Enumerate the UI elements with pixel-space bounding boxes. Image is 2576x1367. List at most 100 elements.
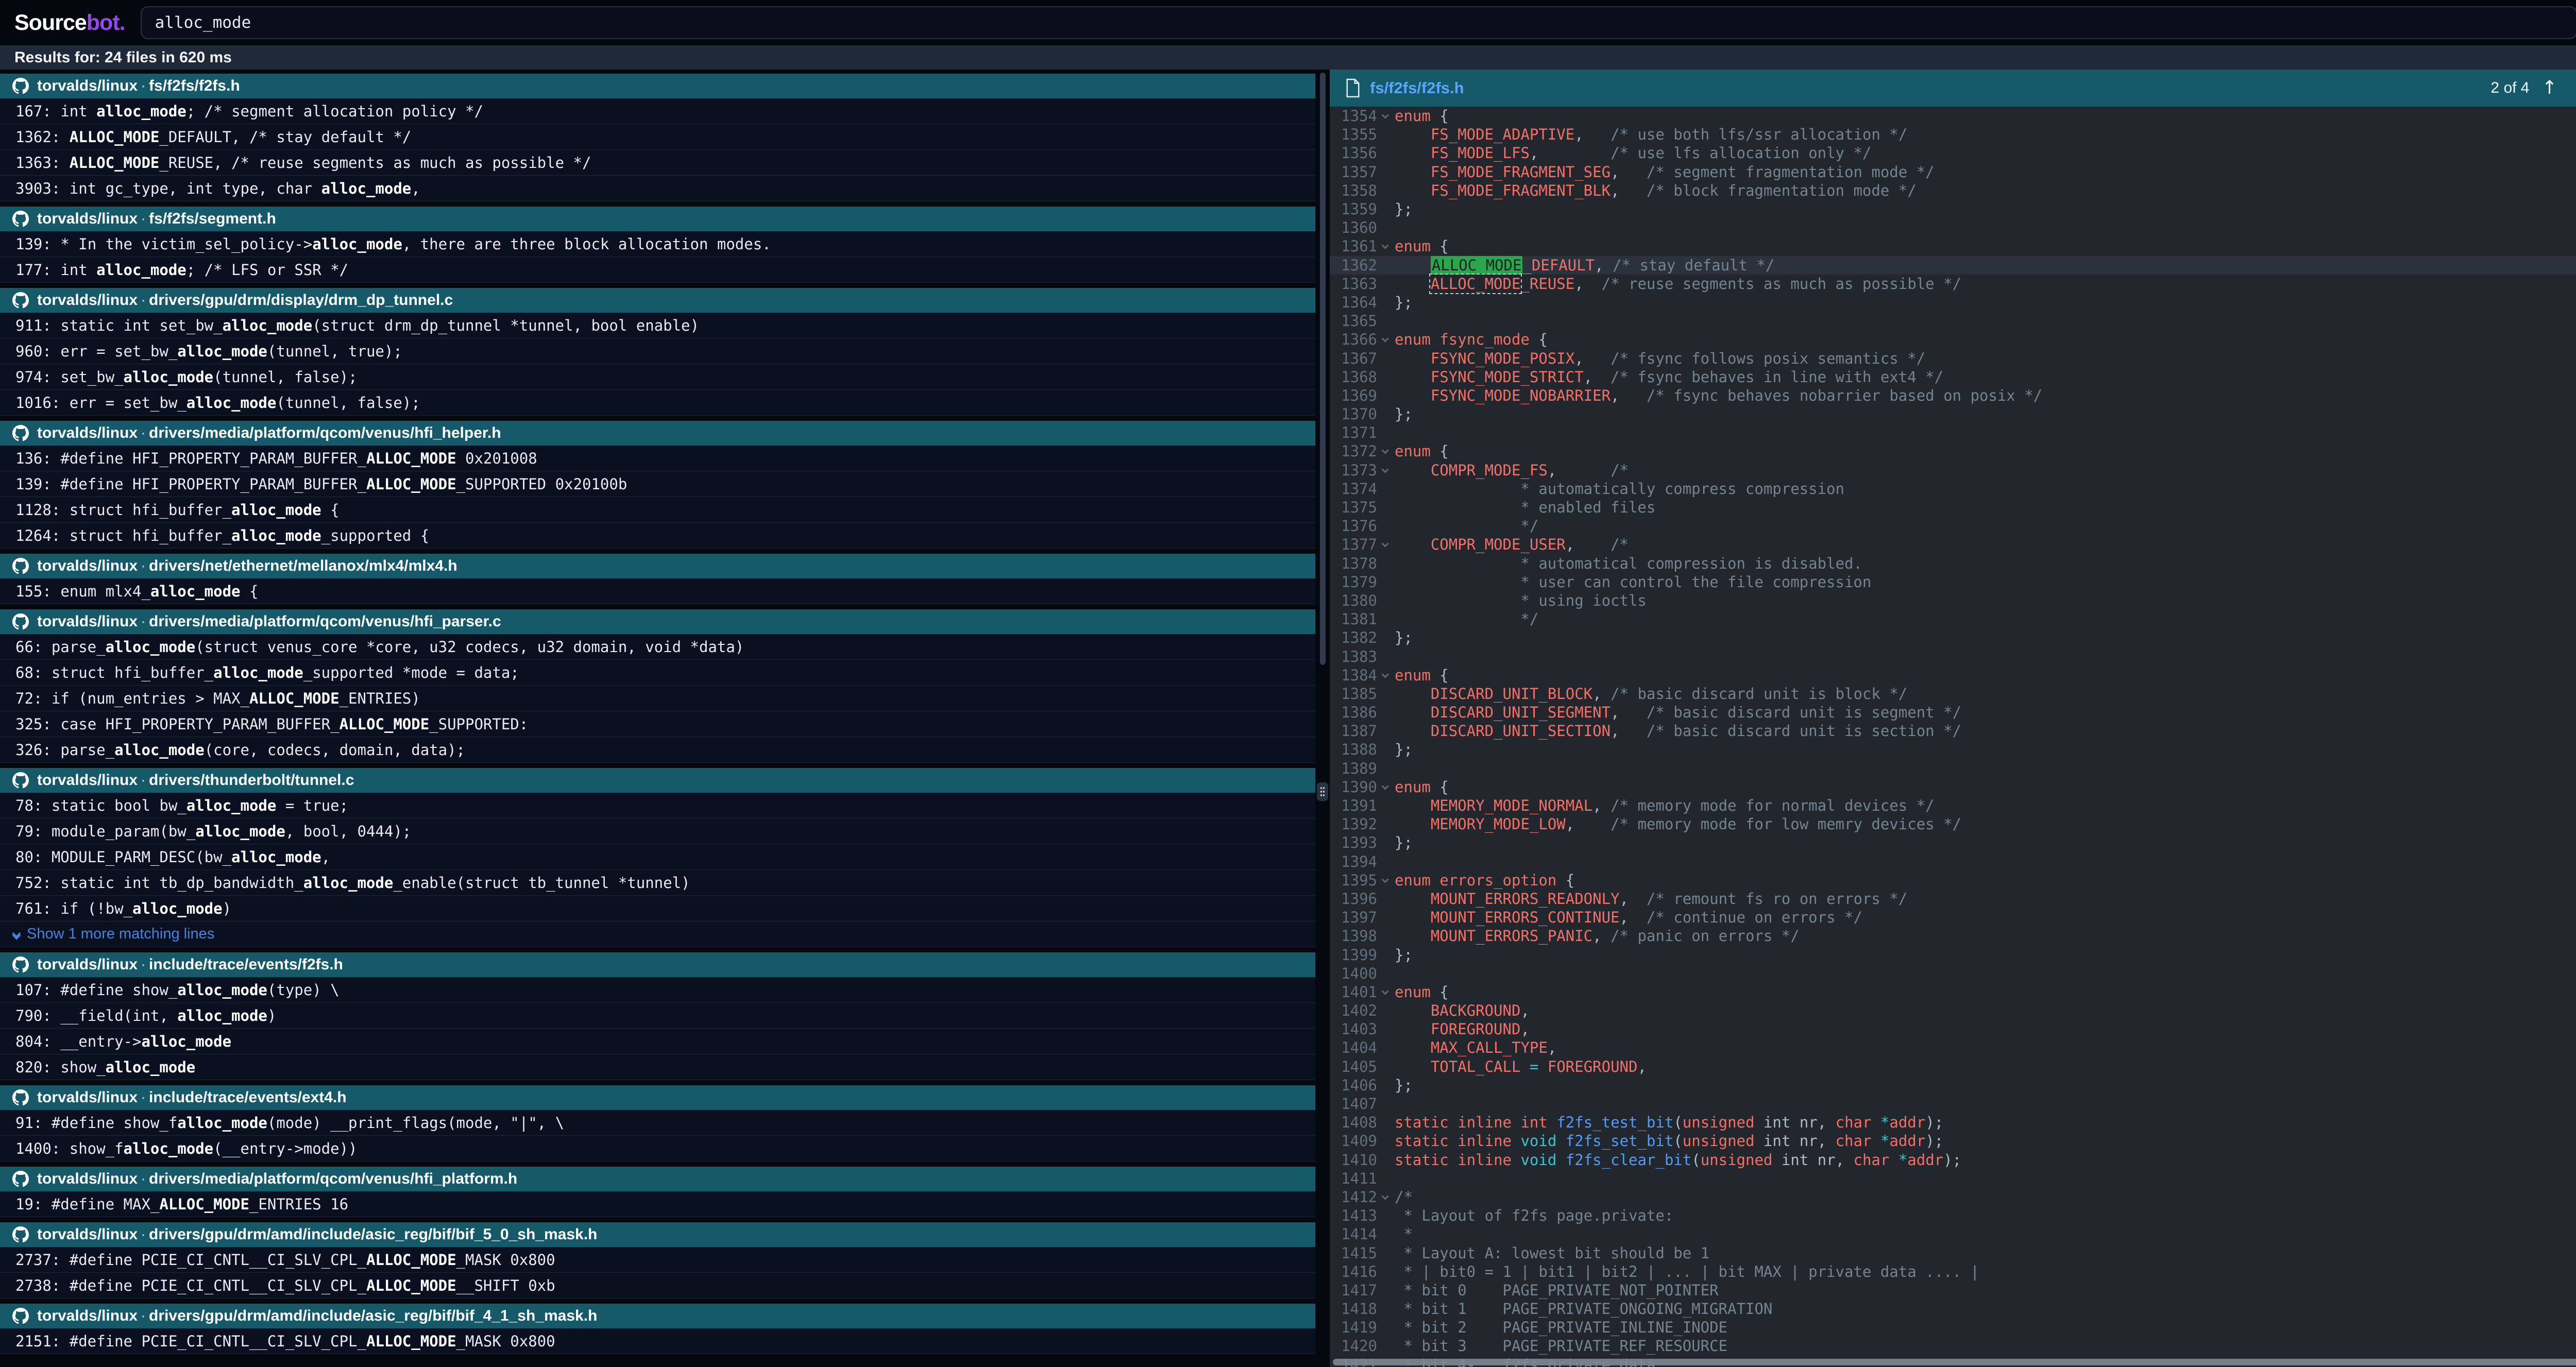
horizontal-scrollbar-thumb[interactable] <box>1333 1359 2576 1365</box>
code-line: 1396 MOUNT_ERRORS_READONLY, /* remount f… <box>1330 890 2576 908</box>
match-line[interactable]: 68: struct hfi_buffer_alloc_mode_support… <box>0 660 1315 686</box>
match-line[interactable]: 91: #define show_falloc_mode(mode) __pri… <box>0 1110 1315 1136</box>
match-line[interactable]: 139: * In the victim_sel_policy->alloc_m… <box>0 231 1315 257</box>
match-line[interactable]: 1362: ALLOC_MODE_DEFAULT, /* stay defaul… <box>0 124 1315 150</box>
match-line[interactable]: 974: set_bw_alloc_mode(tunnel, false); <box>0 364 1315 390</box>
line-number: 1354 <box>1330 107 1377 125</box>
match-line[interactable]: 752: static int tb_dp_bandwidth_alloc_mo… <box>0 870 1315 896</box>
fold-slot <box>1377 244 1395 249</box>
repo-name: torvalds/linux <box>37 772 138 789</box>
search-input[interactable] <box>155 13 2563 32</box>
match-line[interactable]: 1363: ALLOC_MODE_REUSE, /* reuse segment… <box>0 150 1315 176</box>
horizontal-scrollbar[interactable] <box>1330 1358 2576 1367</box>
file-path: drivers/media/platform/qcom/venus/hfi_pl… <box>149 1170 517 1187</box>
file-group-header[interactable]: torvalds/linux·drivers/gpu/drm/amd/inclu… <box>0 1222 1315 1247</box>
match-line[interactable]: 72: if (num_entries > MAX_ALLOC_MODE_ENT… <box>0 686 1315 711</box>
line-number: 1374 <box>1330 480 1377 498</box>
file-group-header[interactable]: torvalds/linux·drivers/media/platform/qc… <box>0 1167 1315 1191</box>
match-highlight: alloc_mode <box>150 583 241 600</box>
match-highlight: alloc_mode <box>124 368 214 386</box>
fold-chevron-icon[interactable] <box>1382 876 1389 883</box>
match-line[interactable]: 1016: err = set_bw_alloc_mode(tunnel, fa… <box>0 390 1315 416</box>
code-token <box>1395 387 1431 404</box>
match-line[interactable]: 19: #define MAX_ALLOC_MODE_ENTRIES 16 <box>0 1191 1315 1217</box>
preview-filename[interactable]: fs/f2fs/f2fs.h <box>1370 79 1464 97</box>
separator-dot: · <box>138 956 149 973</box>
match-text: __entry-> <box>60 1033 141 1050</box>
file-group-header[interactable]: torvalds/linux·drivers/gpu/drm/display/d… <box>0 288 1315 313</box>
match-line[interactable]: 761: if (!bw_alloc_mode) <box>0 896 1315 921</box>
match-line[interactable]: 139: #define HFI_PROPERTY_PARAM_BUFFER_A… <box>0 471 1315 497</box>
code-token <box>1395 257 1431 274</box>
match-line-number: 167: <box>15 102 60 120</box>
code-text: ALLOC_MODE_DEFAULT, /* stay default */ <box>1395 257 2576 274</box>
next-match-button[interactable]: ↓ <box>2570 79 2576 97</box>
code-token <box>1602 927 1611 945</box>
search-box[interactable] <box>141 6 2576 39</box>
file-group-header[interactable]: torvalds/linux·include/trace/events/ext4… <box>0 1085 1315 1110</box>
code-token: , <box>1548 1039 1556 1056</box>
file-group-header[interactable]: torvalds/linux·drivers/net/ethernet/mell… <box>0 554 1315 578</box>
match-line[interactable]: 2738: #define PCIE_CI_CNTL__CI_SLV_CPL_A… <box>0 1273 1315 1298</box>
match-line[interactable]: 1128: struct hfi_buffer_alloc_mode { <box>0 497 1315 523</box>
results-scrollbar[interactable] <box>1320 73 1326 665</box>
match-line[interactable]: 136: #define HFI_PROPERTY_PARAM_BUFFER_A… <box>0 446 1315 471</box>
match-line[interactable]: 79: module_param(bw_alloc_mode, bool, 04… <box>0 818 1315 844</box>
match-line-number: 68: <box>15 664 52 681</box>
fold-chevron-icon[interactable] <box>1382 112 1389 119</box>
file-group-header[interactable]: torvalds/linux·drivers/media/platform/qc… <box>0 421 1315 446</box>
match-line[interactable]: 1400: show_falloc_mode(__entry->mode)) <box>0 1136 1315 1161</box>
match-line[interactable]: 66: parse_alloc_mode(struct venus_core *… <box>0 634 1315 660</box>
match-line[interactable]: 1264: struct hfi_buffer_alloc_mode_suppo… <box>0 523 1315 549</box>
file-path: drivers/media/platform/qcom/venus/hfi_pa… <box>149 613 501 630</box>
resize-handle-icon[interactable] <box>1317 782 1328 801</box>
match-line[interactable]: 78: static bool bw_alloc_mode = true; <box>0 793 1315 818</box>
match-line[interactable]: 177: int alloc_mode; /* LFS or SSR */ <box>0 257 1315 283</box>
fold-chevron-icon[interactable] <box>1382 466 1389 473</box>
match-line[interactable]: 3903: int gc_type, int type, char alloc_… <box>0 176 1315 201</box>
match-line[interactable]: 911: static int set_bw_alloc_mode(struct… <box>0 313 1315 338</box>
file-group-header[interactable]: torvalds/linux·drivers/thunderbolt/tunne… <box>0 768 1315 793</box>
code-token: /* basic discard unit is section */ <box>1647 722 1961 740</box>
match-line[interactable]: 790: __field(int, alloc_mode) <box>0 1003 1315 1029</box>
file-group-header[interactable]: torvalds/linux·include/trace/events/f2fs… <box>0 952 1315 977</box>
code-line: 1397 MOUNT_ERRORS_CONTINUE, /* continue … <box>1330 908 2576 927</box>
code-line: 1412/* <box>1330 1188 2576 1206</box>
app-logo[interactable]: Sourcebot. <box>14 10 125 36</box>
match-line[interactable]: 2737: #define PCIE_CI_CNTL__CI_SLV_CPL_A… <box>0 1247 1315 1273</box>
match-line-number: 72: <box>15 690 52 707</box>
file-group-header[interactable]: torvalds/linux·drivers/gpu/drm/amd/inclu… <box>0 1304 1315 1328</box>
code-token <box>1871 1132 1880 1150</box>
file-group-header[interactable]: torvalds/linux·fs/f2fs/f2fs.h <box>0 74 1315 98</box>
match-highlight: alloc_mode <box>223 317 313 334</box>
file-group-header[interactable]: torvalds/linux·drivers/media/platform/qc… <box>0 609 1315 634</box>
fold-chevron-icon[interactable] <box>1382 335 1389 343</box>
fold-chevron-icon[interactable] <box>1382 242 1389 249</box>
fold-chevron-icon[interactable] <box>1382 447 1389 454</box>
previous-match-button[interactable]: ↑ <box>2538 79 2560 97</box>
match-line[interactable]: 960: err = set_bw_alloc_mode(tunnel, tru… <box>0 338 1315 364</box>
fold-chevron-icon[interactable] <box>1382 540 1389 548</box>
match-line[interactable]: 820: show_alloc_mode <box>0 1054 1315 1080</box>
file-path: drivers/gpu/drm/amd/include/asic_reg/bif… <box>149 1307 597 1324</box>
show-more-matches[interactable]: Show 1 more matching lines <box>0 921 1315 947</box>
fold-chevron-icon[interactable] <box>1382 782 1389 790</box>
match-line[interactable]: 804: __entry->alloc_mode <box>0 1029 1315 1054</box>
match-line[interactable]: 155: enum mlx4_alloc_mode { <box>0 578 1315 604</box>
match-line[interactable]: 167: int alloc_mode; /* segment allocati… <box>0 98 1315 124</box>
file-path: include/trace/events/ext4.h <box>149 1089 347 1106</box>
panel-divider[interactable] <box>1315 70 1330 1367</box>
fold-chevron-icon[interactable] <box>1382 1192 1389 1200</box>
fold-slot <box>1377 337 1395 342</box>
match-line[interactable]: 107: #define show_alloc_mode(type) \ <box>0 977 1315 1003</box>
fold-chevron-icon[interactable] <box>1382 987 1389 995</box>
match-line[interactable]: 325: case HFI_PROPERTY_PARAM_BUFFER_ALLO… <box>0 711 1315 737</box>
match-line[interactable]: 2151: #define PCIE_CI_CNTL__CI_SLV_CPL_A… <box>0 1328 1315 1354</box>
fold-chevron-icon[interactable] <box>1382 671 1389 678</box>
file-group-header[interactable]: torvalds/linux·fs/f2fs/segment.h <box>0 207 1315 231</box>
separator-dot: · <box>138 77 149 94</box>
code-token: int nr, <box>1754 1114 1835 1131</box>
file-group-title: torvalds/linux·drivers/media/platform/qc… <box>37 613 501 630</box>
match-line[interactable]: 326: parse_alloc_mode(core, codecs, doma… <box>0 737 1315 763</box>
match-line[interactable]: 80: MODULE_PARM_DESC(bw_alloc_mode, <box>0 844 1315 870</box>
